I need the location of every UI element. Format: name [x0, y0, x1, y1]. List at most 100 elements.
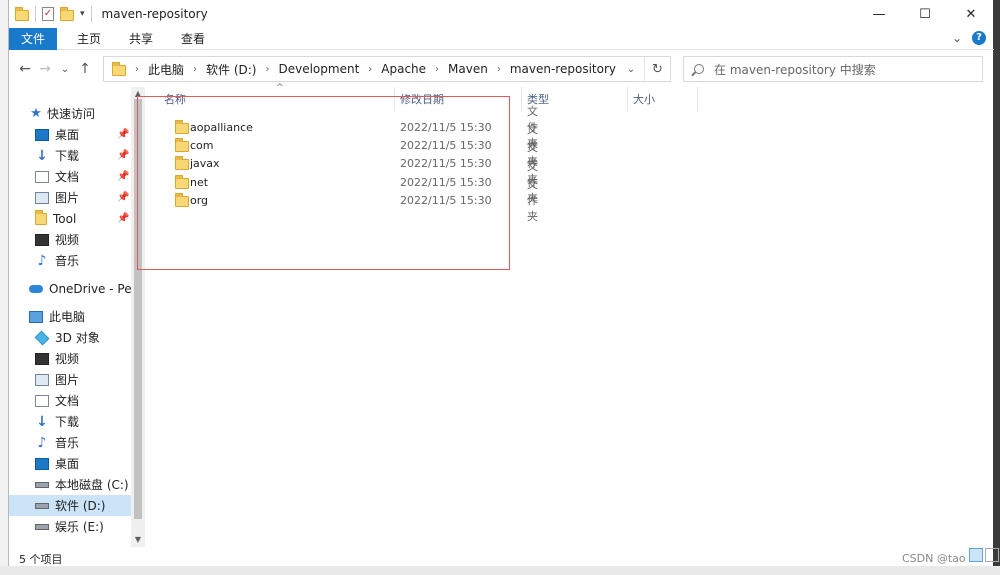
up-button[interactable]: ↑ [75, 61, 95, 77]
status-bar-item-count: 5 个项目 [19, 553, 63, 566]
document-icon [35, 394, 49, 407]
tab-share[interactable]: 共享 [115, 28, 167, 50]
details-view-icon[interactable] [969, 548, 983, 562]
pin-icon[interactable]: 📌 [117, 213, 129, 224]
drive-icon [35, 502, 49, 509]
address-history-dropdown[interactable]: ⌄ [620, 57, 642, 81]
sidebar-item-label: 娱乐 (E:) [55, 520, 104, 534]
download-icon: ↓ [36, 413, 48, 430]
sidebar-item-pc-downloads[interactable]: ↓ 下载 [9, 411, 131, 432]
chevron-right-icon: › [135, 63, 139, 75]
highlight-annotation-box [137, 96, 510, 270]
tab-view[interactable]: 查看 [167, 28, 219, 50]
breadcrumb-item[interactable]: Apache [381, 62, 426, 76]
sidebar-item-label: 视频 [55, 352, 80, 366]
sidebar-item-drive-d[interactable]: 软件 (D:) [9, 495, 131, 516]
sidebar-item-pc-desktop[interactable]: 桌面 [9, 453, 131, 474]
maximize-button[interactable]: ☐ [902, 0, 948, 28]
address-bar[interactable]: › 此电脑 › 软件 (D:) › Development › Apache ›… [103, 56, 671, 82]
pin-icon[interactable]: 📌 [117, 129, 129, 140]
recent-locations-button[interactable]: ⌄ [55, 64, 75, 75]
sidebar-item-3d-objects[interactable]: 3D 对象 [9, 327, 131, 348]
desktop-icon [35, 457, 49, 470]
properties-icon[interactable]: ✓ [42, 7, 54, 21]
sidebar-item-label: 3D 对象 [55, 331, 100, 345]
sidebar-item-this-pc[interactable]: 此电脑 [9, 306, 131, 327]
chevron-right-icon: › [435, 63, 440, 75]
customize-toolbar-icon[interactable]: ▾ [80, 9, 85, 19]
chevron-right-icon: › [265, 63, 270, 75]
pin-icon[interactable]: 📌 [117, 192, 129, 203]
close-button[interactable]: ✕ [948, 0, 994, 28]
scroll-down-arrow[interactable]: ▼ [131, 535, 145, 544]
back-button[interactable]: ← [15, 61, 35, 77]
expand-ribbon-icon[interactable]: ⌄ [952, 31, 962, 45]
sidebar-item-label: 音乐 [55, 254, 80, 268]
large-icons-view-icon[interactable] [985, 548, 999, 562]
title-bar: ✓ ▾ maven-repository — ☐ ✕ [9, 0, 994, 28]
new-folder-icon[interactable] [60, 7, 74, 21]
sidebar-item-label: 下载 [55, 149, 80, 163]
sidebar-item-documents[interactable]: 文档 📌 [9, 166, 131, 187]
help-icon[interactable]: ? [972, 31, 986, 45]
forward-button[interactable]: → [35, 61, 55, 77]
sidebar-item-label: 图片 [55, 373, 80, 387]
sidebar-item-drive-e[interactable]: 娱乐 (E:) [9, 516, 131, 537]
search-input[interactable]: 在 maven-repository 中搜索 [683, 56, 983, 82]
sidebar-item-label: 文档 [55, 394, 80, 408]
sidebar-item-drive-c[interactable]: 本地磁盘 (C:) [9, 474, 131, 495]
sidebar-item-tool[interactable]: Tool 📌 [9, 208, 131, 229]
file-type: 文件夹 [527, 178, 538, 223]
sidebar-item-onedrive[interactable]: OneDrive - Perso [9, 278, 131, 299]
ribbon-right-controls: ⌄ ? [952, 31, 986, 45]
view-toggle [969, 548, 999, 562]
sidebar-item-label: 本地磁盘 (C:) [55, 478, 129, 492]
window-controls: — ☐ ✕ [856, 0, 994, 28]
sidebar-item-pc-documents[interactable]: 文档 [9, 390, 131, 411]
breadcrumb-item[interactable]: Maven [448, 62, 488, 76]
background-right-edge [993, 0, 1000, 575]
sidebar-item-music[interactable]: ♪ 音乐 [9, 250, 131, 271]
sidebar-item-quick-access[interactable]: ★ 快速访问 [9, 103, 131, 124]
quick-access-toolbar: ✓ ▾ [15, 6, 92, 22]
breadcrumb-item[interactable]: Development [278, 62, 359, 76]
breadcrumb-item[interactable]: maven-repository [510, 62, 616, 76]
folder-icon [15, 7, 29, 21]
sidebar-item-pc-pictures[interactable]: 图片 [9, 369, 131, 390]
sidebar-item-downloads[interactable]: ↓ 下载 📌 [9, 145, 131, 166]
drive-icon [35, 523, 49, 530]
divider [90, 6, 92, 22]
pin-icon[interactable]: 📌 [117, 150, 129, 161]
sidebar-item-label: 此电脑 [49, 310, 86, 324]
music-icon: ♪ [37, 252, 47, 269]
document-icon [35, 170, 49, 183]
navigation-bar: ← → ⌄ ↑ › 此电脑 › 软件 (D:) › Development › … [9, 52, 994, 86]
onedrive-cloud-icon [29, 284, 43, 293]
tab-file[interactable]: 文件 [9, 27, 57, 50]
sidebar-item-videos[interactable]: 视频 [9, 229, 131, 250]
watermark: CSDN @tao [902, 552, 966, 565]
sidebar-item-pc-videos[interactable]: 视频 [9, 348, 131, 369]
sidebar-item-pc-music[interactable]: ♪ 音乐 [9, 432, 131, 453]
window-title: maven-repository [101, 7, 208, 21]
sidebar-item-pictures[interactable]: 图片 📌 [9, 187, 131, 208]
tab-home[interactable]: 主页 [63, 28, 115, 50]
breadcrumb-item[interactable]: 软件 (D:) [206, 61, 256, 78]
chevron-right-icon: › [496, 63, 501, 75]
music-icon: ♪ [37, 434, 47, 451]
breadcrumb-item[interactable]: 此电脑 [148, 61, 184, 78]
background-bottom-edge [0, 566, 1000, 575]
sidebar-item-label: Tool [53, 211, 77, 226]
sidebar-item-label: 软件 (D:) [55, 499, 106, 513]
sidebar-item-label: 桌面 [55, 128, 80, 142]
pin-icon[interactable]: 📌 [117, 171, 129, 182]
sidebar-item-label: 桌面 [55, 457, 80, 471]
sidebar-item-label: OneDrive - Perso [49, 281, 131, 296]
refresh-button[interactable]: ↻ [644, 57, 670, 81]
navigation-pane: ★ 快速访问 桌面 📌 ↓ 下载 📌 文档 📌 图片 📌 Tool 📌 视频 ♪… [9, 87, 131, 547]
sidebar-item-desktop[interactable]: 桌面 📌 [9, 124, 131, 145]
computer-icon [29, 310, 43, 323]
column-header-size[interactable]: 大小 [628, 87, 698, 111]
chevron-right-icon: › [368, 63, 373, 75]
minimize-button[interactable]: — [856, 0, 902, 28]
